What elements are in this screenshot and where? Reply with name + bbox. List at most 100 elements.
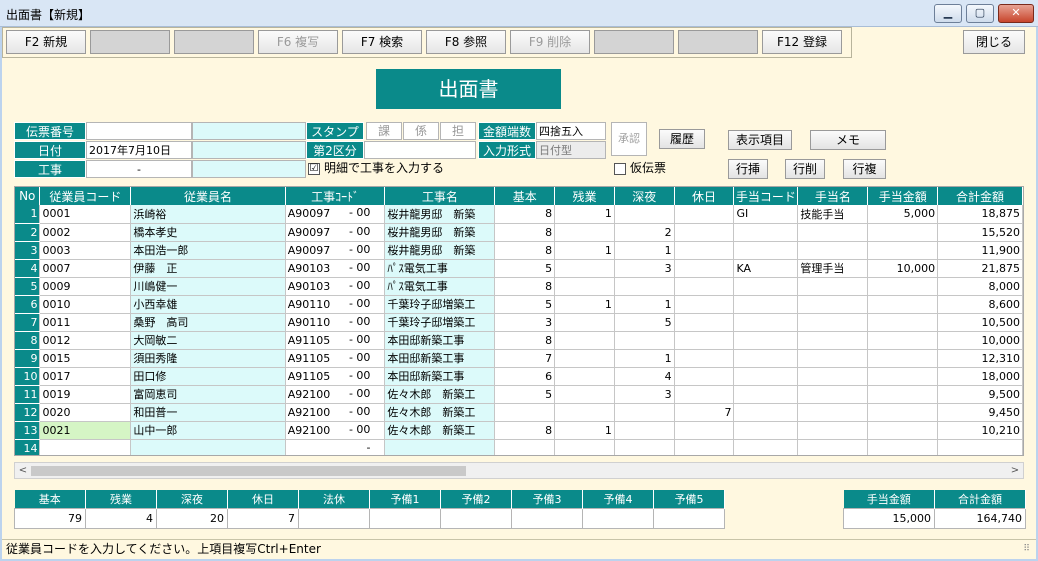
employee-code-cell[interactable]: 0015: [39, 349, 132, 368]
denpyo-input[interactable]: [86, 122, 192, 140]
teate-code-cell[interactable]: [733, 421, 799, 440]
col-kihon[interactable]: 基本: [494, 187, 556, 205]
teate-name-cell[interactable]: 技能手当: [797, 205, 869, 224]
koji-name-cell[interactable]: 佐々木郎 新築工: [384, 403, 496, 422]
employee-name-cell[interactable]: [130, 439, 286, 455]
total-amount-cell[interactable]: 11,900: [937, 241, 1023, 260]
teate-name-cell[interactable]: [797, 223, 869, 242]
kyujitsu-cell[interactable]: [674, 367, 735, 386]
teate-name-cell[interactable]: [797, 385, 869, 404]
resize-grip-icon[interactable]: ⠿: [1023, 544, 1030, 554]
employee-code-cell[interactable]: 0011: [39, 313, 132, 332]
koji-name-cell[interactable]: 千葉玲子邸増築工: [384, 313, 496, 332]
shinya-cell[interactable]: 1: [614, 241, 675, 260]
copy-button[interactable]: F6 複写: [258, 30, 338, 54]
koji-name-cell[interactable]: 桜井龍男邸 新築: [384, 205, 496, 224]
kyujitsu-cell[interactable]: [674, 439, 735, 455]
employee-code-cell[interactable]: 0012: [39, 331, 132, 350]
row-insert-button[interactable]: 行挿: [728, 159, 768, 179]
employee-name-cell[interactable]: 富岡恵司: [130, 385, 286, 404]
employee-name-cell[interactable]: 大岡敏二: [130, 331, 286, 350]
kihon-cell[interactable]: 8: [494, 421, 556, 440]
teate-amount-cell[interactable]: [867, 313, 939, 332]
kyujitsu-cell[interactable]: [674, 277, 735, 296]
date-input[interactable]: 2017年7月10日: [86, 141, 192, 159]
koji-code-cell[interactable]: A92100 - 00: [285, 385, 386, 404]
table-row[interactable]: 1 0001 浜崎裕 A90097- 00 桜井龍男邸 新築 8 1 GI 技能手当 5,000 1…: [15, 205, 1023, 224]
teate-name-cell[interactable]: [797, 403, 869, 422]
zangyo-cell[interactable]: [554, 277, 615, 296]
history-button[interactable]: 履歴: [659, 129, 705, 149]
total-amount-cell[interactable]: 10,500: [937, 313, 1023, 332]
kyujitsu-cell[interactable]: 7: [674, 403, 735, 422]
koji-name-cell[interactable]: 本田邸新築工事: [384, 349, 496, 368]
kari-checkbox[interactable]: [614, 162, 626, 175]
row-copy-button[interactable]: 行複: [843, 159, 886, 179]
koji-input[interactable]: -: [86, 160, 192, 178]
kihon-cell[interactable]: 5: [494, 295, 556, 314]
total-amount-cell[interactable]: 9,500: [937, 385, 1023, 404]
employee-name-cell[interactable]: 橋本孝史: [130, 223, 286, 242]
employee-name-cell[interactable]: 川嶋健一: [130, 277, 286, 296]
meisai-option[interactable]: ☑ 明細で工事を入力する: [306, 160, 606, 178]
koji-name-cell[interactable]: 桜井龍男邸 新築: [384, 223, 496, 242]
total-amount-cell[interactable]: 21,875: [937, 259, 1023, 278]
koji-code-cell[interactable]: A90110 - 00: [285, 313, 386, 332]
zangyo-cell[interactable]: 1: [554, 421, 615, 440]
teate-code-cell[interactable]: KA: [733, 259, 799, 278]
col-koji-name[interactable]: 工事名: [384, 187, 496, 205]
close-icon[interactable]: ✕: [998, 4, 1034, 23]
koji-code-cell[interactable]: A90103 - 00: [285, 259, 386, 278]
zangyo-cell[interactable]: [554, 403, 615, 422]
teate-amount-cell[interactable]: [867, 241, 939, 260]
delete-button[interactable]: F9 削除: [510, 30, 590, 54]
col-teate-name[interactable]: 手当名: [797, 187, 869, 205]
shinya-cell[interactable]: 2: [614, 223, 675, 242]
teate-amount-cell[interactable]: [867, 223, 939, 242]
kihon-cell[interactable]: 8: [494, 241, 556, 260]
employee-name-cell[interactable]: 田口修: [130, 367, 286, 386]
zangyo-cell[interactable]: 1: [554, 241, 615, 260]
shinya-cell[interactable]: [614, 331, 675, 350]
zangyo-cell[interactable]: 1: [554, 205, 615, 224]
stamp-ka[interactable]: 課: [366, 122, 402, 140]
kyujitsu-cell[interactable]: [674, 259, 735, 278]
teate-code-cell[interactable]: [733, 277, 799, 296]
kyujitsu-cell[interactable]: [674, 349, 735, 368]
kyujitsu-cell[interactable]: [674, 223, 735, 242]
employee-code-cell[interactable]: 0021: [39, 421, 132, 440]
teate-name-cell[interactable]: [797, 313, 869, 332]
kari-option[interactable]: 仮伝票: [612, 160, 716, 178]
minimize-icon[interactable]: ▁: [934, 4, 962, 23]
teate-amount-cell[interactable]: [867, 331, 939, 350]
shinya-cell[interactable]: 4: [614, 367, 675, 386]
koji-code-cell[interactable]: A91105 - 00: [285, 331, 386, 350]
zangyo-cell[interactable]: [554, 439, 615, 455]
koji-code-cell[interactable]: A90097 - 00: [285, 223, 386, 242]
total-amount-cell[interactable]: 8,000: [937, 277, 1023, 296]
table-row[interactable]: 10 0017 田口修 A91105 - 00 本田邸新築工事 6 4 18,000: [15, 367, 1023, 386]
table-row[interactable]: 2 0002 橋本孝史 A90097- 00 桜井龍男邸 新築 8 2 15,520: [15, 223, 1023, 242]
total-amount-cell[interactable]: 8,600: [937, 295, 1023, 314]
table-row[interactable]: 6 0010 小西幸雄 A90110- 00 千葉玲子邸増築工 5 1 1 8,600: [15, 295, 1023, 314]
shinya-cell[interactable]: [614, 439, 675, 455]
employee-code-cell[interactable]: 0017: [39, 367, 132, 386]
search-button[interactable]: F7 検索: [342, 30, 422, 54]
table-row[interactable]: 8 0012 大岡敏二 A91105- 00 本田邸新築工事 8 10,000: [15, 331, 1023, 350]
stamp-kakari[interactable]: 係: [403, 122, 439, 140]
zangyo-cell[interactable]: [554, 259, 615, 278]
kyujitsu-cell[interactable]: [674, 205, 735, 224]
kihon-cell[interactable]: 8: [494, 277, 556, 296]
teate-amount-cell[interactable]: [867, 421, 939, 440]
kihon-cell[interactable]: 8: [494, 331, 556, 350]
teate-name-cell[interactable]: [797, 331, 869, 350]
koji-name-cell[interactable]: 佐々木郎 新築工: [384, 421, 496, 440]
employee-code-cell[interactable]: [39, 439, 132, 455]
table-row[interactable]: 4 0007 伊藤 正 A90103 - 00 ﾊﾟｽ電気工事 5 3 KA 管理手当 10,000…: [15, 259, 1023, 278]
kihon-cell[interactable]: 8: [494, 223, 556, 242]
shinya-cell[interactable]: [614, 421, 675, 440]
table-row[interactable]: 13 0021 山中一郎 A92100 - 00 佐々木郎 新築工 8 1 10,210: [15, 421, 1023, 440]
teate-code-cell[interactable]: [733, 223, 799, 242]
shinya-cell[interactable]: 1: [614, 295, 675, 314]
koji-code-cell[interactable]: A90110 - 00: [285, 295, 386, 314]
